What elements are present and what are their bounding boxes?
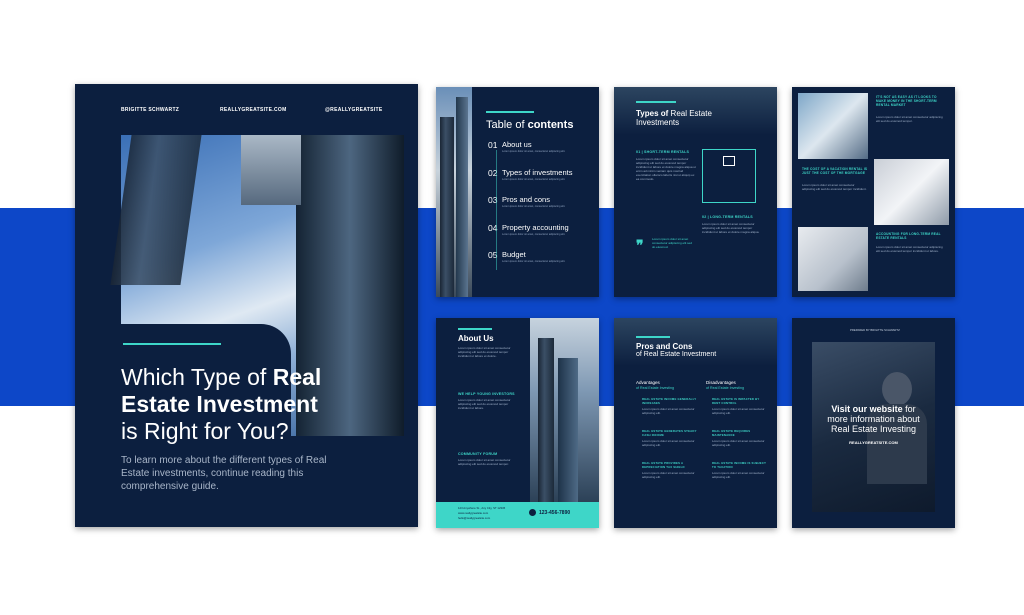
about-email[interactable]: hello@reallygreatsite.com: [458, 516, 490, 520]
types-highlight-box: [702, 149, 756, 203]
chart-icon: [723, 156, 735, 166]
about-photo: [530, 318, 599, 502]
cover-handle: @REALLYGREATSITE: [325, 107, 383, 113]
coins-photo: [798, 93, 868, 159]
pros-cons-page: Pros and Cons of Real Estate Investment …: [614, 318, 777, 528]
pros-subtitle: of Real Estate Investment: [636, 351, 717, 358]
about-phone[interactable]: 123-456-7890: [539, 510, 570, 516]
laptop-photo: [874, 159, 949, 225]
toc-photo: [436, 87, 472, 297]
cover-author: BRIGITTE SCHWARTZ: [121, 107, 180, 113]
dis-item-2: REAL ESTATE REQUIRES MAINTENANCE: [712, 429, 751, 437]
about-sub-forum: COMMUNITY FORUM: [458, 452, 498, 456]
adv-item-1: REAL ESTATE INCOME GENERALLY INCREASES: [642, 397, 697, 405]
phone-icon: [529, 509, 536, 516]
cover-accent-line: [123, 343, 221, 345]
toc-page: Table of contents 01 About us Lorem ipsum …: [436, 87, 599, 297]
types-page: Types of Real Estate Investments 01 | SH…: [614, 87, 777, 297]
visit-heading: Visit our website for more information a…: [827, 404, 920, 434]
visit-prepared-by: PREPARED BY BRIGITTE SCHWARTZ: [850, 328, 900, 332]
charts-photo: [798, 227, 868, 291]
about-title: About Us: [458, 334, 494, 343]
types-title: Types of Real Estate Investments: [636, 109, 712, 127]
contact-bar: 123 Anywhere St., Any City, ST 12345 www…: [436, 502, 599, 528]
dis-item-3: REAL ESTATE INCOME IS SUBJECT TO TAXATIO…: [712, 461, 766, 469]
about-address: 123 Anywhere St., Any City, ST 12345: [458, 506, 506, 510]
vacation-heading-3: ACCOUNTING FOR LONG-TERM REAL ESTATE REN…: [876, 232, 941, 240]
quote-icon: ❞: [636, 237, 644, 253]
cover-page: BRIGITTE SCHWARTZ REALLYGREATSITE.COM @R…: [75, 84, 418, 527]
visit-url[interactable]: REALLYGREATSITE.COM: [812, 440, 935, 445]
about-sub-investors: WE HELP YOUNG INVESTORS: [458, 392, 515, 396]
vacation-heading-2: THE COST OF A VACATION RENTAL IS JUST TH…: [802, 167, 868, 175]
adv-item-2: REAL ESTATE GENERATES STEADY CASH INCOME: [642, 429, 697, 437]
types-long-term: 02 | LONG-TERM RENTALS: [702, 215, 753, 219]
dis-item-1: REAL ESTATE IS IMPACTED BY RENT CONTROL: [712, 397, 760, 405]
disadvantages-sub: of Real Estate Investing: [706, 386, 744, 390]
visit-page: PREPARED BY BRIGITTE SCHWARTZ Visit our …: [792, 318, 955, 528]
toc-title: Table of contents: [486, 119, 574, 131]
vacation-heading-1: IT'S NOT AS EASY AS IT LOOKS TO MAKE MON…: [876, 95, 937, 107]
pros-title: Pros and Cons: [636, 342, 693, 351]
vacation-page: IT'S NOT AS EASY AS IT LOOKS TO MAKE MON…: [792, 87, 955, 297]
about-site[interactable]: www.reallygreatsite.com: [458, 511, 488, 515]
adv-item-3: REAL ESTATE PROVIDES A DEPRECIATION TAX …: [642, 461, 685, 469]
advantages-heading: Advantages: [636, 380, 660, 385]
types-short-term: 01 | SHORT-TERM RENTALS: [636, 150, 690, 154]
cover-site: REALLYGREATSITE.COM: [220, 107, 287, 113]
about-page: About Us Lorem ipsum dolor sit amet cons…: [436, 318, 599, 528]
cover-subtitle: To learn more about the different types …: [121, 455, 327, 492]
advantages-sub: of Real Estate Investing: [636, 386, 674, 390]
disadvantages-heading: Disadvantages: [706, 380, 736, 385]
cover-title: Which Type of Real Estate Investment is …: [121, 364, 322, 444]
